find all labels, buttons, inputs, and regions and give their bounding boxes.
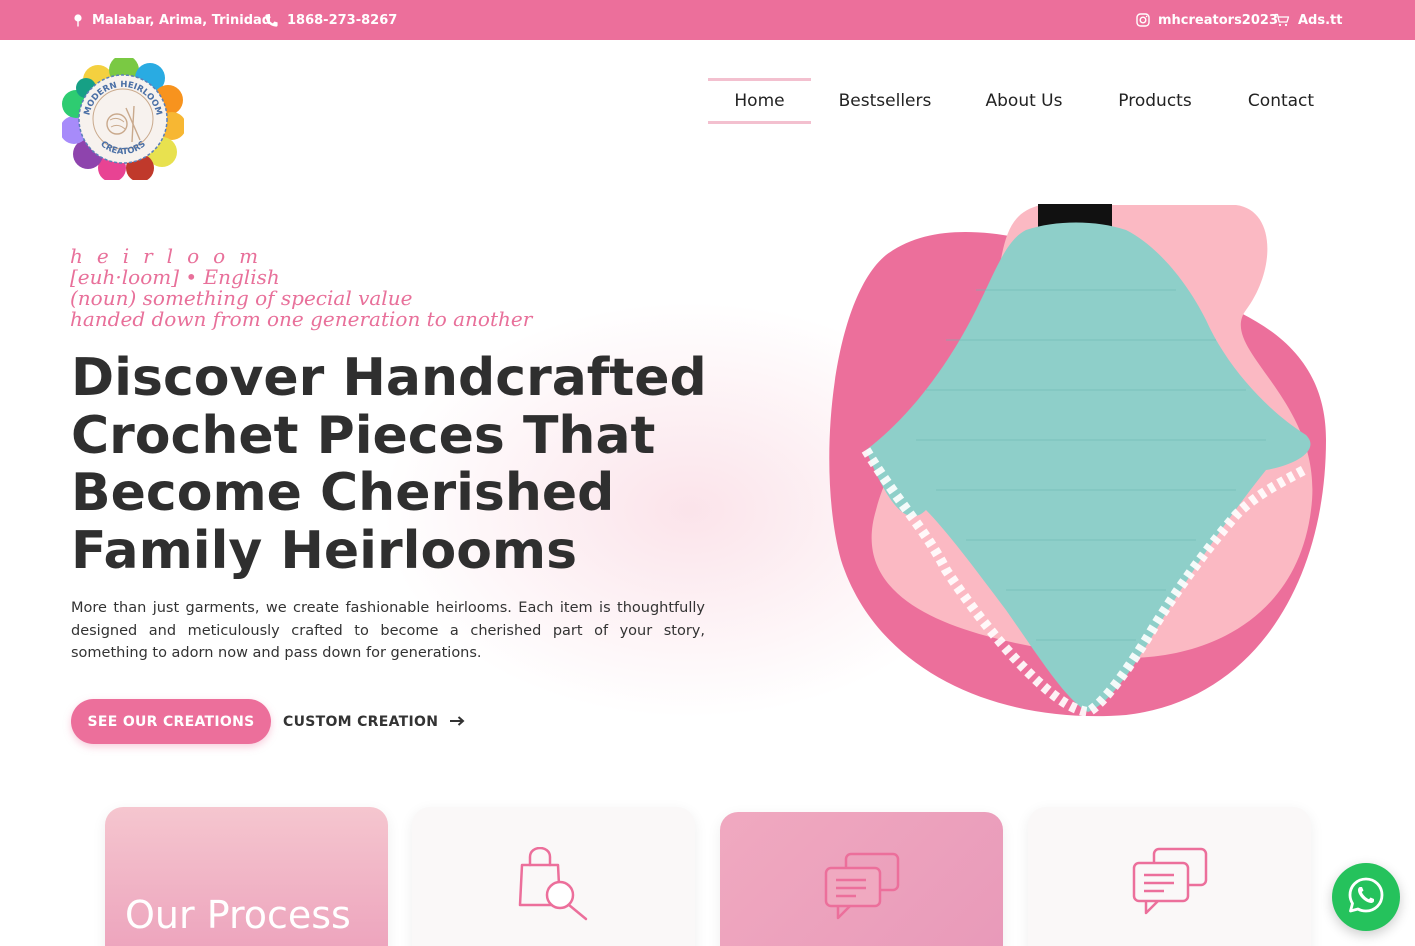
chat-bubbles-icon	[1132, 847, 1208, 921]
headline-line: Crochet Pieces That	[71, 405, 656, 466]
process-card	[1028, 807, 1311, 946]
process-title-card: Our Process	[105, 807, 388, 946]
custom-creation-label: CUSTOM CREATION	[283, 713, 439, 730]
nav-about-us-label: About Us	[985, 91, 1063, 111]
shopping-bag-search-icon	[516, 846, 592, 927]
hero-lead: More than just garments, we create fashi…	[71, 600, 705, 661]
map-pin-icon	[72, 13, 84, 27]
whatsapp-icon	[1347, 876, 1385, 918]
hero-product-image	[826, 200, 1332, 720]
instagram-icon	[1136, 13, 1150, 27]
instagram-text: mhcreators2023	[1158, 12, 1278, 28]
nav-about-us[interactable]: About Us	[974, 78, 1074, 124]
phone-link[interactable]: 1868-273-8267	[264, 0, 397, 40]
top-bar: Malabar, Arima, Trinidad 1868-273-8267 m…	[0, 0, 1415, 40]
process-card	[720, 812, 1003, 946]
process-card	[412, 807, 695, 946]
definition-noun: (noun) something of special value	[70, 286, 413, 310]
see-our-creations-label: SEE OUR CREATIONS	[87, 713, 255, 730]
headline-line: Family Heirlooms	[71, 520, 578, 581]
nav-products-label: Products	[1118, 91, 1192, 111]
instagram-link[interactable]: mhcreators2023	[1136, 0, 1278, 40]
phone-icon	[264, 13, 279, 28]
cart-icon	[1274, 13, 1290, 27]
nav-bestsellers-label: Bestsellers	[838, 91, 932, 111]
nav-home[interactable]: Home	[708, 78, 811, 124]
heirloom-definition: heirloom [euh·loom] • English (noun) som…	[70, 246, 630, 330]
process-title: Our Process	[125, 893, 351, 937]
hero-headline: Discover Handcrafted Crochet Pieces That…	[71, 348, 751, 581]
chat-bubbles-icon	[824, 852, 900, 926]
site-logo[interactable]: MODERN HEIRLOOM CREATORS	[60, 55, 186, 182]
nav-contact[interactable]: Contact	[1236, 78, 1326, 124]
definition-pronunciation: [euh·loom] • English	[70, 265, 280, 289]
nav-home-label: Home	[734, 91, 785, 111]
custom-creation-link[interactable]: CUSTOM CREATION	[283, 699, 465, 744]
nav-products[interactable]: Products	[1106, 78, 1204, 124]
phone-text: 1868-273-8267	[287, 12, 398, 28]
arrow-right-icon	[450, 714, 465, 730]
headline-line: Become Cherished	[71, 463, 615, 523]
nav-contact-label: Contact	[1247, 91, 1315, 111]
shop-text: Ads.tt	[1298, 12, 1343, 28]
definition-meaning: handed down from one generation to anoth…	[70, 307, 533, 331]
location-info: Malabar, Arima, Trinidad	[72, 0, 271, 40]
headline-line: Discover Handcrafted	[71, 348, 707, 408]
definition-word: heirloom	[70, 244, 273, 268]
whatsapp-button[interactable]	[1332, 863, 1400, 931]
location-text: Malabar, Arima, Trinidad	[92, 12, 272, 28]
shop-link[interactable]: Ads.tt	[1274, 0, 1342, 40]
nav-bestsellers[interactable]: Bestsellers	[828, 78, 942, 124]
see-our-creations-button[interactable]: SEE OUR CREATIONS	[71, 699, 271, 744]
